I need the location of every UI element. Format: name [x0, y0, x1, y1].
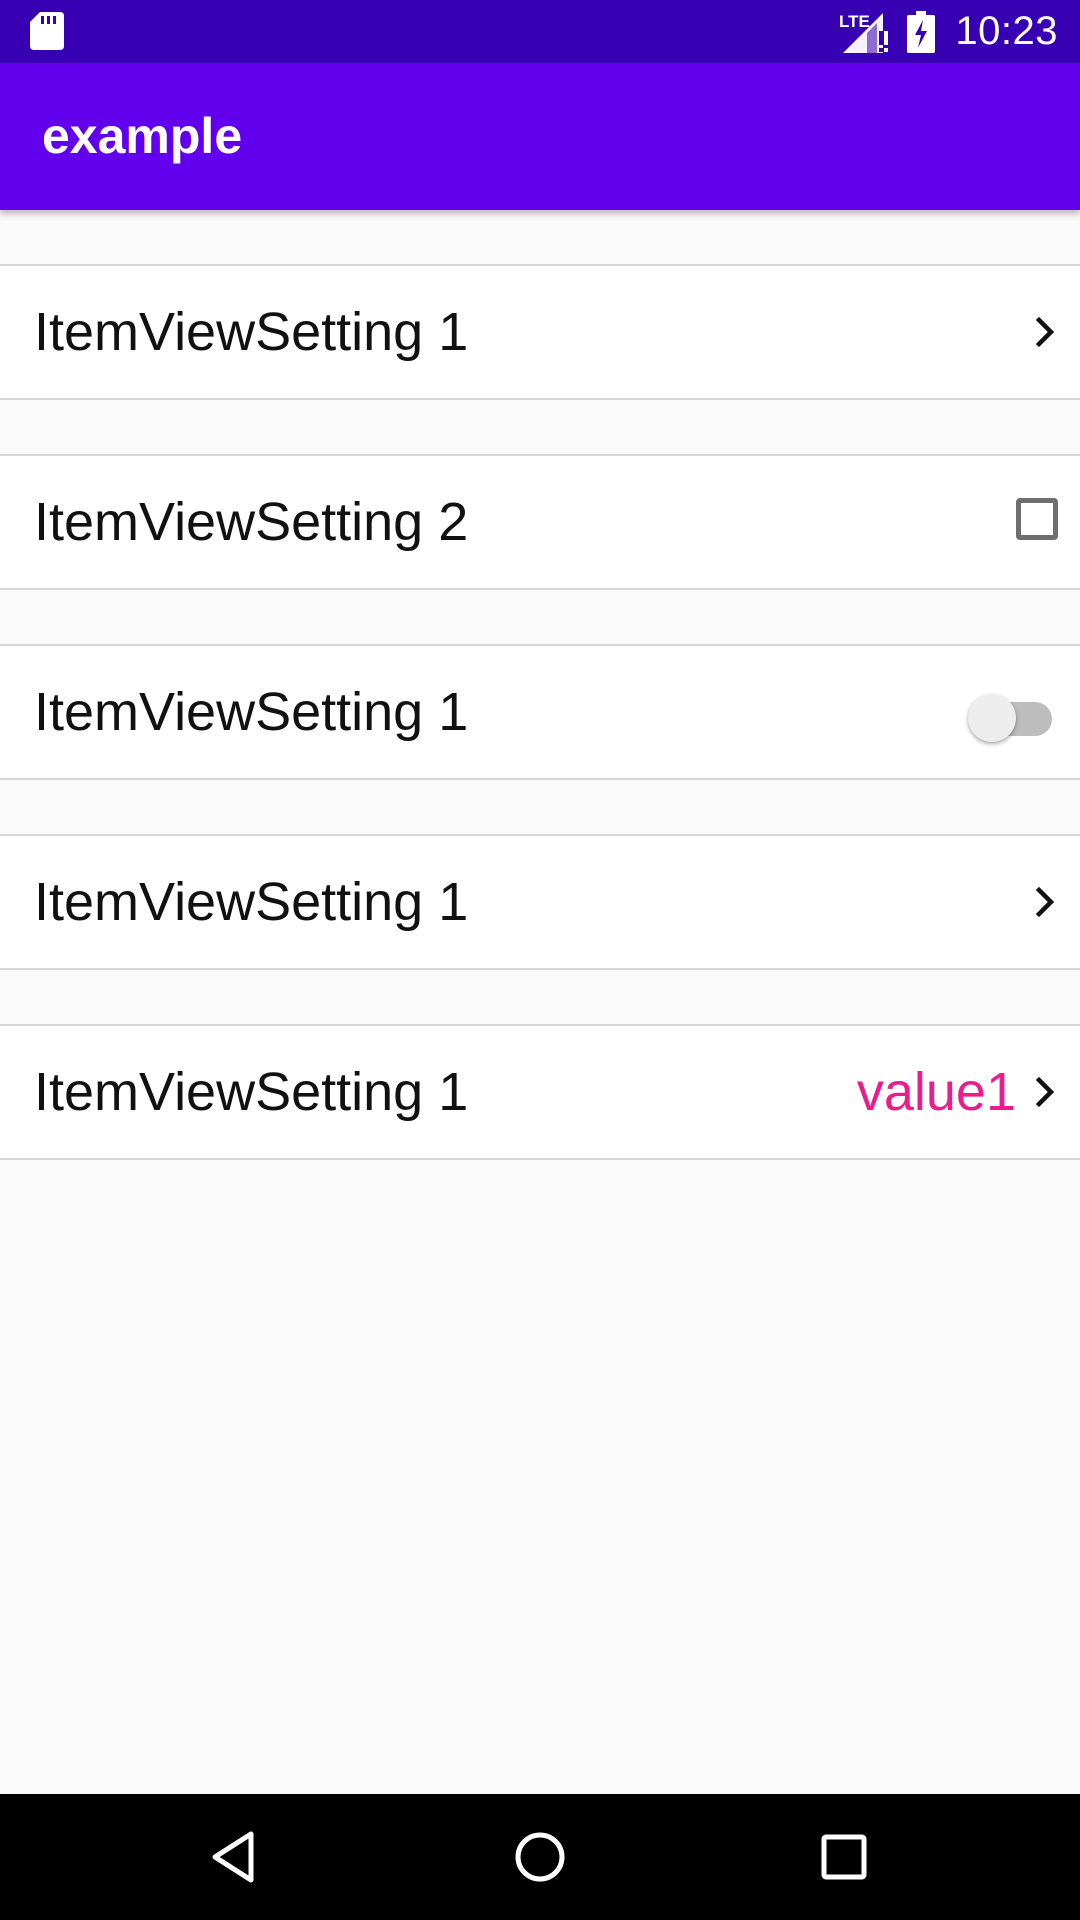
app-bar: example [0, 63, 1080, 210]
setting-value: value1 [856, 1062, 1016, 1122]
setting-item-label: ItemViewSetting 1 [34, 1062, 469, 1122]
settings-list: ItemViewSetting 1 ItemViewSetting 2 Item… [0, 210, 1080, 1160]
status-clock: 10:23 [955, 9, 1058, 53]
setting-checkbox[interactable] [1016, 498, 1058, 540]
setting-item-1[interactable]: ItemViewSetting 1 [0, 264, 1080, 400]
status-bar: LTE 10:23 [0, 0, 1080, 63]
recents-icon[interactable] [811, 1824, 877, 1890]
switch-thumb [968, 694, 1016, 742]
setting-switch[interactable] [968, 690, 1054, 742]
chevron-right-icon [1035, 1076, 1055, 1108]
setting-item-label: ItemViewSetting 1 [34, 302, 469, 362]
setting-item-3[interactable]: ItemViewSetting 1 [0, 644, 1080, 780]
back-icon[interactable] [203, 1824, 269, 1890]
setting-item-label: ItemViewSetting 2 [34, 492, 469, 552]
network-type-label: LTE [839, 12, 870, 31]
app-title: example [42, 108, 243, 164]
status-icons: LTE 10:23 [839, 0, 1058, 63]
setting-item-label: ItemViewSetting 1 [34, 682, 469, 742]
battery-charging-icon [907, 10, 936, 53]
setting-item-2[interactable]: ItemViewSetting 2 [0, 454, 1080, 590]
chevron-right-icon [1035, 316, 1055, 348]
setting-item-label: ItemViewSetting 1 [34, 872, 469, 932]
setting-item-5[interactable]: ItemViewSetting 1 value1 [0, 1024, 1080, 1160]
home-icon[interactable] [507, 1824, 573, 1890]
setting-item-4[interactable]: ItemViewSetting 1 [0, 834, 1080, 970]
navigation-bar [0, 1794, 1080, 1920]
signal-icon: LTE [839, 12, 889, 53]
chevron-right-icon [1035, 886, 1055, 918]
sd-card-icon [30, 12, 64, 50]
